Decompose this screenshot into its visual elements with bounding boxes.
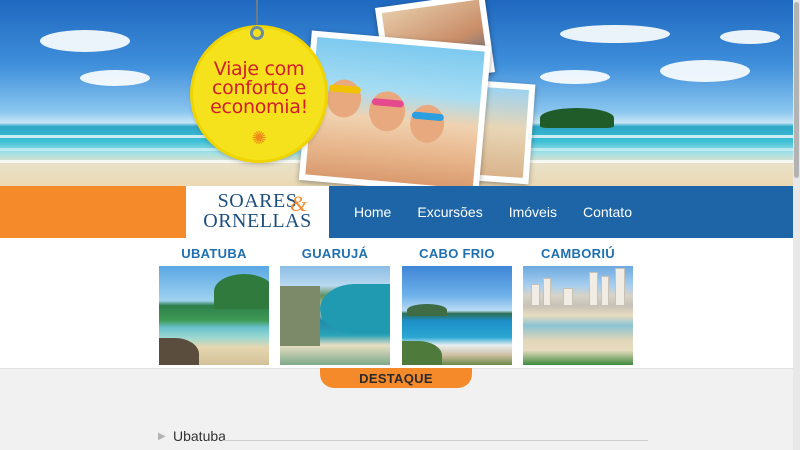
scrollbar[interactable] [793, 0, 800, 450]
list-item[interactable]: ▶ Ubatuba [158, 428, 648, 446]
page: Viaje com conforto e economia! ✺ SOARES … [0, 0, 800, 450]
destination-card-guaruja[interactable]: GUARUJÁ [280, 246, 390, 365]
destination-image[interactable] [159, 266, 269, 365]
main-nav: Home Excursões Imóveis Contato [354, 186, 658, 238]
island-image [540, 108, 614, 128]
badge-line-3: economia! [210, 96, 308, 118]
badge-text: Viaje com conforto e economia! [193, 60, 325, 117]
list-item-label[interactable]: Ubatuba [173, 428, 226, 444]
destination-title[interactable]: CABO FRIO [402, 246, 512, 264]
nav-imoveis[interactable]: Imóveis [509, 204, 557, 220]
tag-ring [250, 26, 264, 40]
logo[interactable]: SOARES & ORNELLAS [186, 186, 329, 238]
destination-title[interactable]: GUARUJÁ [280, 246, 390, 264]
destination-card-camboriu[interactable]: CAMBORIÚ [523, 246, 633, 365]
logo-line-2: ORNELLAS [203, 210, 312, 232]
destination-title[interactable]: UBATUBA [159, 246, 269, 264]
kids-photo [298, 30, 492, 186]
hero-banner: Viaje com conforto e economia! ✺ [0, 0, 793, 186]
nav-excursoes[interactable]: Excursões [417, 204, 482, 220]
promo-badge: Viaje com conforto e economia! ✺ [193, 28, 325, 160]
destaque-tab: DESTAQUE [320, 368, 472, 388]
destinations-section [0, 238, 793, 368]
destination-image[interactable] [280, 266, 390, 365]
destination-card-cabo-frio[interactable]: CABO FRIO [402, 246, 512, 365]
scrollbar-thumb[interactable] [794, 2, 799, 178]
nav-accent [0, 186, 186, 238]
destination-title[interactable]: CAMBORIÚ [523, 246, 633, 264]
nav-home[interactable]: Home [354, 204, 391, 220]
nav-contato[interactable]: Contato [583, 204, 632, 220]
destination-image[interactable] [523, 266, 633, 365]
sun-icon: ✺ [251, 128, 267, 148]
destination-card-ubatuba[interactable]: UBATUBA [159, 246, 269, 365]
arrow-right-icon: ▶ [158, 431, 166, 442]
list-item-rule [224, 440, 648, 441]
destination-image[interactable] [402, 266, 512, 365]
